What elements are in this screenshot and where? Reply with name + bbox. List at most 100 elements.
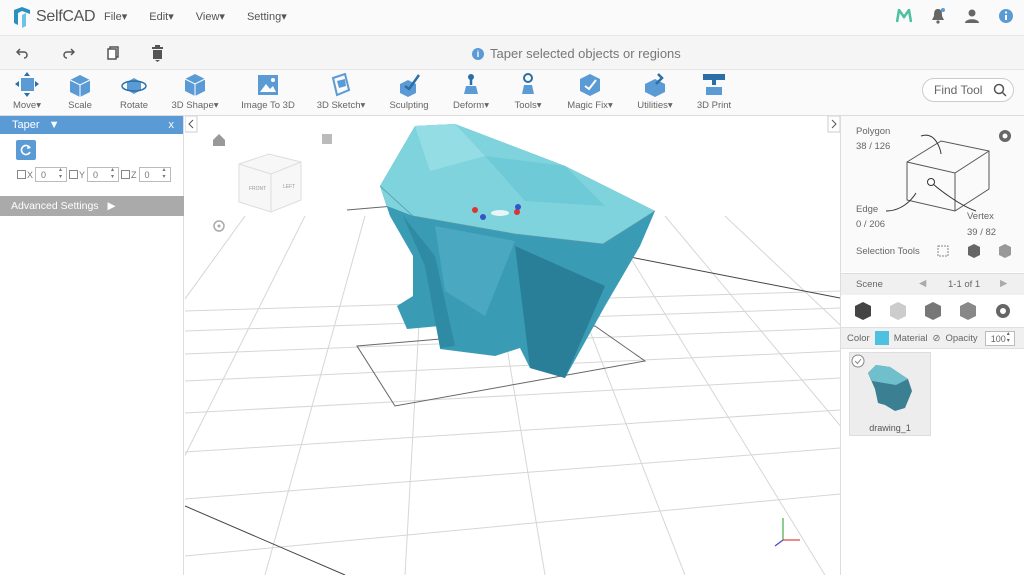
collapse-left-icon[interactable] — [185, 116, 198, 133]
color-swatch[interactable] — [874, 331, 889, 345]
sculpting-icon — [400, 74, 421, 97]
m-logo-icon[interactable] — [896, 9, 912, 23]
rotate-icon — [121, 78, 147, 94]
select-all-icon[interactable] — [999, 244, 1011, 258]
magic-fix-icon — [580, 74, 600, 96]
main-menu: File▾ Edit▾ View▾ Setting▾ — [104, 10, 309, 23]
model-drawing-1[interactable] — [379, 124, 656, 378]
tool-3d-print[interactable]: 3D Print — [679, 72, 749, 111]
menu-setting[interactable]: Setting▾ — [247, 10, 287, 23]
x-checkbox[interactable] — [17, 170, 26, 179]
y-input[interactable]: 0 — [87, 167, 120, 182]
app-name: SelfCAD — [36, 8, 96, 25]
prev-scene-button[interactable]: ◀ — [919, 278, 926, 289]
render-mode-row — [841, 296, 1024, 326]
tool-hint: i Taper selected objects or regions — [472, 46, 681, 61]
axis-inputs: X 0 Y 0 Z 0 — [17, 167, 173, 182]
panel-header: Taper ▼ x — [0, 116, 183, 134]
object-preview — [851, 354, 912, 411]
select-single-icon[interactable] — [937, 245, 949, 257]
tool-3d-sketch[interactable]: 3D Sketch▾ — [306, 72, 376, 111]
cube-icon — [184, 74, 206, 96]
tool-sculpting[interactable]: Sculpting — [374, 72, 444, 111]
3d-print-icon — [703, 74, 725, 95]
z-input[interactable]: 0 — [138, 167, 171, 182]
y-label: Y — [79, 169, 86, 180]
tool-rotate[interactable]: Rotate — [99, 72, 169, 111]
close-button[interactable]: x — [169, 119, 175, 131]
refresh-icon — [20, 144, 31, 156]
tool-3d-shape[interactable]: 3D Shape▾ — [160, 72, 230, 111]
bell-icon[interactable] — [930, 8, 946, 24]
view-cube-left: LEFT — [283, 184, 295, 190]
collapse-right-icon[interactable] — [827, 116, 840, 133]
opacity-input[interactable]: 100 — [984, 330, 1015, 346]
z-label: Z — [131, 169, 137, 180]
axes-gizmo — [774, 518, 800, 547]
x-input[interactable]: 0 — [35, 167, 68, 182]
scale-icon — [69, 75, 91, 97]
top-bar: SelfCAD File▾ Edit▾ View▾ Setting▾ — [0, 0, 1024, 36]
redo-icon[interactable] — [61, 46, 75, 60]
scene-gear-icon[interactable] — [992, 300, 1014, 322]
scene-bar: Scene ◀ 1-1 of 1 ▶ — [841, 273, 1024, 295]
gear-icon[interactable] — [999, 130, 1011, 142]
hint-text: Taper selected objects or regions — [490, 46, 681, 61]
tools-icon — [522, 73, 534, 94]
panel-collapse-icon[interactable]: ▼ — [49, 119, 60, 131]
properties-row: Color Material ⊘ Opacity 100 — [841, 327, 1024, 349]
solid-view-icon[interactable] — [852, 300, 874, 322]
image-to-3d-icon — [258, 75, 278, 95]
utilities-icon — [645, 73, 665, 97]
scene-label: Scene — [856, 279, 883, 290]
y-checkbox[interactable] — [69, 170, 79, 179]
pan-icon[interactable] — [322, 134, 332, 144]
object-name: drawing_1 — [869, 423, 911, 433]
selfcad-logo-icon — [14, 7, 30, 28]
wireframe-view-icon[interactable] — [922, 300, 944, 322]
next-scene-button[interactable]: ▶ — [1000, 278, 1007, 289]
material-label[interactable]: Material — [894, 333, 928, 344]
tool-image-to-3d[interactable]: Image To 3D — [233, 72, 303, 111]
opacity-label: Opacity — [945, 332, 978, 344]
selection-info: Polygon 38 / 126 Edge 0 / 206 Vertex 39 … — [841, 116, 1024, 272]
menu-edit[interactable]: Edit▾ — [149, 10, 174, 23]
menu-view[interactable]: View▾ — [196, 10, 225, 23]
copy-icon[interactable] — [106, 46, 120, 60]
tool-settings-panel: Taper ▼ x X 0 Y 0 Z 0 Advanced Settings … — [0, 116, 184, 575]
view-cube-front: FRONT — [249, 186, 266, 192]
home-icon[interactable] — [213, 134, 225, 146]
material-icon[interactable]: ⊘ — [933, 333, 941, 344]
tool-magic-fix[interactable]: Magic Fix▾ — [555, 72, 625, 111]
3d-viewport[interactable]: FRONT LEFT — [185, 116, 840, 575]
target-icon[interactable] — [213, 220, 225, 232]
xray-view-icon[interactable] — [957, 300, 979, 322]
main-toolbar: Move▾ Scale Rotate 3D Shape▾ Image To 3D… — [0, 70, 1024, 116]
object-thumbnail[interactable]: drawing_1 — [849, 352, 931, 436]
app-logo[interactable]: SelfCAD — [12, 6, 96, 28]
scene-canvas[interactable]: FRONT LEFT — [185, 116, 840, 575]
right-panel: Polygon 38 / 126 Edge 0 / 206 Vertex 39 … — [840, 116, 1024, 575]
reset-button[interactable] — [16, 140, 36, 160]
trash-icon[interactable] — [151, 45, 164, 63]
play-icon: ▶ — [107, 200, 116, 212]
menu-file[interactable]: File▾ — [104, 10, 127, 23]
info-icon[interactable] — [998, 8, 1014, 24]
user-icon[interactable] — [964, 8, 980, 24]
color-label: Color — [847, 332, 870, 344]
grid-view-icon[interactable] — [887, 300, 909, 322]
tool-tools[interactable]: Tools▾ — [493, 72, 563, 111]
x-label: X — [27, 169, 34, 180]
view-cube[interactable]: FRONT LEFT — [238, 153, 302, 213]
select-cube-icon[interactable] — [968, 244, 980, 258]
sketch-icon — [331, 72, 351, 97]
top-right-icons — [896, 8, 1014, 24]
hint-info-icon: i — [472, 47, 484, 60]
panel-title: Taper — [12, 119, 40, 131]
undo-icon[interactable] — [16, 46, 30, 60]
history-bar: i Taper selected objects or regions — [0, 36, 1024, 70]
search-icon[interactable] — [993, 83, 1007, 97]
find-tool-input[interactable]: Find Tool — [922, 78, 1014, 102]
advanced-settings-toggle[interactable]: Advanced Settings ▶ — [0, 196, 184, 216]
z-checkbox[interactable] — [121, 170, 131, 179]
